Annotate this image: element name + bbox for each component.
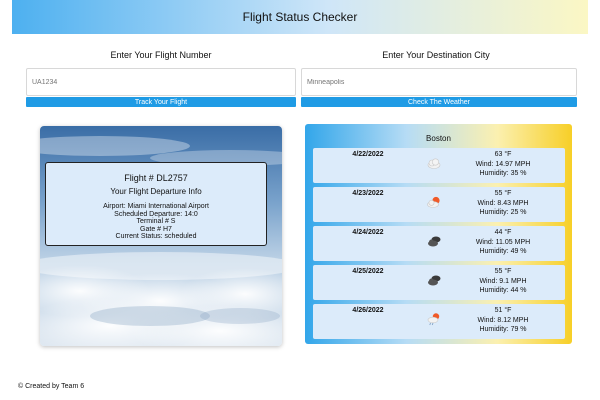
sun-cloud-rain-icon bbox=[427, 313, 440, 326]
forecast-date: 4/24/2022 bbox=[352, 229, 384, 236]
flight-details-card: Flight # DL2757 Your Flight Departure In… bbox=[45, 162, 267, 246]
forecast-day: 4/26/2022 51 °F Wind: 8.12 MPH Humidity:… bbox=[313, 304, 565, 339]
scheduled-departure-label: Scheduled Departure: 14:0 bbox=[114, 210, 198, 218]
forecast-humidity: Humidity: 49 % bbox=[479, 248, 527, 255]
forecast-wind: Wind: 8.12 MPH bbox=[477, 316, 529, 324]
forecast-wind: Wind: 11.05 MPH bbox=[475, 238, 531, 246]
destination-city-input[interactable] bbox=[301, 68, 577, 96]
flight-number-input[interactable] bbox=[26, 68, 296, 96]
forecast-day: 4/23/2022 55 °F Wind: 8.43 MPH Humidity:… bbox=[313, 187, 565, 222]
forecast-date: 4/26/2022 bbox=[352, 307, 384, 314]
forecast-humidity: Humidity: 25 % bbox=[479, 209, 527, 216]
app-title: Flight Status Checker bbox=[242, 10, 358, 24]
dark-clouds-icon bbox=[428, 236, 441, 247]
flight-number-heading: Enter Your Flight Number bbox=[110, 50, 212, 60]
forecast-temp: 44 °F bbox=[494, 229, 512, 236]
forecast-date: 4/23/2022 bbox=[352, 190, 384, 197]
terminal-label: Terminal # S bbox=[136, 218, 176, 225]
weather-city-label: Boston bbox=[426, 134, 451, 143]
gate-label: Gate # H7 bbox=[140, 225, 172, 233]
check-weather-button[interactable]: Check The Weather bbox=[301, 97, 577, 107]
forecast-wind: Wind: 14.97 MPH bbox=[475, 160, 531, 168]
forecast-date: 4/25/2022 bbox=[352, 268, 384, 275]
track-flight-button[interactable]: Track Your Flight bbox=[26, 97, 296, 107]
forecast-temp: 55 °F bbox=[494, 190, 512, 197]
forecast-humidity: Humidity: 44 % bbox=[479, 287, 527, 294]
flight-number-label: Flight # DL2757 bbox=[124, 173, 188, 183]
forecast-humidity: Humidity: 79 % bbox=[479, 326, 527, 333]
footer-credit: © Created by Team 6 bbox=[18, 383, 85, 390]
forecast-temp: 51 °F bbox=[494, 307, 512, 314]
flight-info-subtitle: Your Flight Departure Info bbox=[110, 187, 202, 196]
forecast-wind: Wind: 8.43 MPH bbox=[477, 199, 529, 207]
dark-clouds-icon bbox=[428, 275, 441, 286]
app-header: Flight Status Checker bbox=[12, 0, 588, 34]
airport-label: Airport: Miami International Airport bbox=[103, 203, 209, 210]
forecast-day: 4/22/2022 63 °F Wind: 14.97 MPH Humidity… bbox=[313, 148, 565, 183]
forecast-day: 4/25/2022 55 °F Wind: 9.1 MPH Humidity: … bbox=[313, 265, 565, 300]
weather-forecast-panel: Boston 4/22/2022 63 °F Wind: 14.97 MPH H… bbox=[305, 124, 572, 344]
destination-city-heading: Enter Your Destination City bbox=[382, 50, 490, 60]
forecast-temp: 63 °F bbox=[494, 151, 512, 158]
forecast-date: 4/22/2022 bbox=[352, 151, 384, 158]
cloud-icon bbox=[427, 158, 441, 169]
flight-info-panel: Flight # DL2757 Your Flight Departure In… bbox=[40, 126, 282, 346]
forecast-temp: 55 °F bbox=[494, 268, 512, 275]
forecast-wind: Wind: 9.1 MPH bbox=[479, 277, 527, 285]
sun-behind-cloud-icon bbox=[427, 196, 440, 208]
forecast-humidity: Humidity: 35 % bbox=[479, 170, 527, 177]
status-label: Current Status: scheduled bbox=[115, 233, 197, 240]
forecast-day: 4/24/2022 44 °F Wind: 11.05 MPH Humidity… bbox=[313, 226, 565, 261]
